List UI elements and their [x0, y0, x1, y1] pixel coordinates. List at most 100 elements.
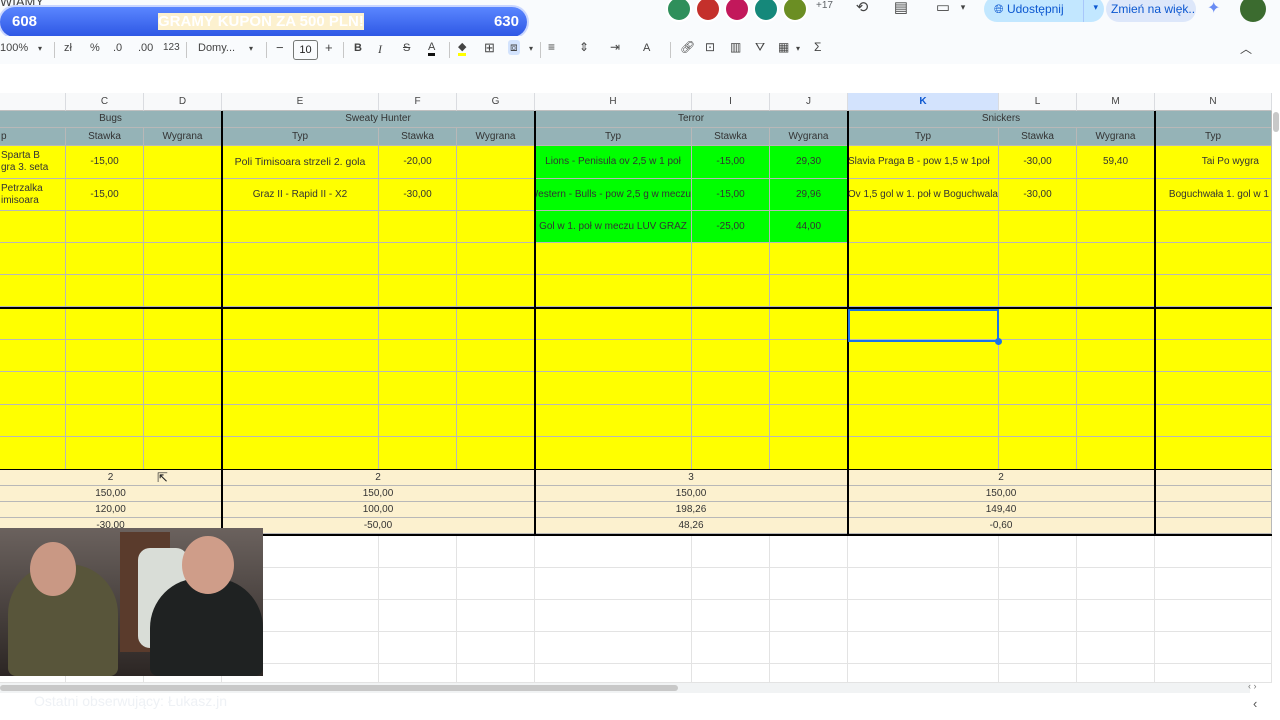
summary-balance[interactable]: -0,60 — [848, 518, 1155, 534]
empty-cell[interactable] — [457, 664, 535, 683]
bet-type-cell[interactable]: Lions - Penisula ov 2,5 w 1 poł — [535, 146, 692, 179]
empty-cell[interactable] — [848, 664, 999, 683]
empty-cell[interactable] — [1155, 600, 1272, 632]
empty-cell[interactable] — [692, 340, 770, 372]
win-cell[interactable] — [457, 146, 535, 179]
empty-cell[interactable] — [999, 275, 1077, 307]
empty-cell[interactable] — [66, 275, 144, 307]
fill-handle[interactable] — [995, 338, 1002, 345]
more-collaborators-count[interactable]: +17 — [816, 0, 833, 11]
zoom-select[interactable]: 100% — [0, 42, 28, 54]
summary-count[interactable] — [1155, 470, 1272, 486]
subheader-typ[interactable]: Typ — [848, 128, 999, 146]
bet-type-cell[interactable]: Gol w 1. poł w meczu LUV GRAZ — [535, 211, 692, 243]
empty-cell[interactable] — [848, 437, 999, 470]
win-cell[interactable]: 59,40 — [1077, 146, 1155, 179]
empty-cell[interactable] — [692, 536, 770, 568]
scrollbar-thumb[interactable] — [0, 685, 678, 691]
empty-cell[interactable] — [848, 307, 999, 340]
empty-cell[interactable] — [770, 405, 848, 437]
empty-cell[interactable] — [770, 372, 848, 405]
empty-cell[interactable] — [1077, 372, 1155, 405]
bet-type-cell[interactable]: Petrzalka imisoara — [0, 179, 66, 211]
empty-cell[interactable] — [144, 243, 222, 275]
empty-cell[interactable] — [999, 664, 1077, 683]
stake-cell[interactable]: -15,00 — [66, 146, 144, 179]
font-select[interactable]: Domy... — [198, 42, 235, 54]
summary-balance[interactable] — [1155, 518, 1272, 534]
empty-cell[interactable] — [457, 405, 535, 437]
empty-cell[interactable] — [999, 568, 1077, 600]
empty-cell[interactable] — [0, 437, 66, 470]
vertical-scrollbar-thumb[interactable] — [1273, 112, 1279, 132]
empty-cell[interactable] — [379, 243, 457, 275]
font-size-input[interactable]: 10 — [293, 40, 318, 60]
empty-cell[interactable] — [66, 437, 144, 470]
subheader-wygrana[interactable]: Wygrana — [770, 128, 848, 146]
fill-color-icon[interactable]: ◆ — [458, 42, 467, 56]
empty-cell[interactable] — [457, 437, 535, 470]
group-header-bugs[interactable]: Bugs — [0, 111, 222, 128]
empty-cell[interactable] — [1077, 536, 1155, 568]
chevron-down-icon[interactable]: ▾ — [952, 2, 974, 13]
text-wrap-icon[interactable]: ⇥ — [610, 40, 620, 54]
empty-cell[interactable] — [379, 536, 457, 568]
empty-cell[interactable] — [535, 568, 692, 600]
empty-cell[interactable] — [999, 405, 1077, 437]
font-size-increase-button[interactable]: + — [325, 40, 333, 55]
bet-type-cell[interactable]: Western - Bulls - pow 2,5 g w meczu — [535, 179, 692, 211]
empty-cell[interactable] — [457, 307, 535, 340]
empty-cell[interactable] — [535, 405, 692, 437]
empty-cell[interactable] — [1155, 405, 1272, 437]
empty-cell[interactable] — [770, 437, 848, 470]
font-size-decrease-button[interactable]: − — [276, 40, 284, 55]
chevron-down-icon[interactable]: ▾ — [529, 44, 533, 53]
empty-cell[interactable] — [999, 243, 1077, 275]
empty-cell[interactable] — [1077, 405, 1155, 437]
subheader-wygrana[interactable]: Wygrana — [457, 128, 535, 146]
bet-type-cell[interactable] — [848, 211, 999, 243]
empty-cell[interactable] — [66, 372, 144, 405]
empty-cell[interactable] — [379, 405, 457, 437]
stake-cell[interactable]: -15,00 — [692, 179, 770, 211]
subheader-wygrana[interactable]: Wygrana — [144, 128, 222, 146]
profile-avatar[interactable] — [1240, 0, 1266, 22]
empty-cell[interactable] — [0, 275, 66, 307]
group-header-snickers[interactable]: Snickers — [848, 111, 1155, 128]
empty-cell[interactable] — [535, 664, 692, 683]
empty-cell[interactable] — [457, 340, 535, 372]
functions-button[interactable]: Σ — [814, 40, 821, 54]
empty-cell[interactable] — [770, 600, 848, 632]
empty-cell[interactable] — [692, 600, 770, 632]
empty-cell[interactable] — [692, 307, 770, 340]
subheader-typ[interactable]: Typ — [535, 128, 692, 146]
empty-cell[interactable] — [379, 372, 457, 405]
empty-cell[interactable] — [1155, 340, 1272, 372]
link-icon[interactable]: 🔗︎ — [680, 40, 695, 54]
group-header-terror[interactable]: Terror — [535, 111, 848, 128]
empty-cell[interactable] — [535, 437, 692, 470]
empty-cell[interactable] — [0, 307, 66, 340]
empty-cell[interactable] — [457, 536, 535, 568]
empty-cell[interactable] — [770, 243, 848, 275]
percent-button[interactable]: % — [90, 42, 100, 54]
horizontal-align-icon[interactable]: ≡ — [548, 40, 555, 54]
empty-cell[interactable] — [535, 372, 692, 405]
bet-type-cell[interactable]: Ov 1,5 gol w 1. poł w Boguchwala — [848, 179, 999, 211]
win-cell[interactable]: 29,30 — [770, 146, 848, 179]
empty-cell[interactable] — [457, 568, 535, 600]
empty-cell[interactable] — [999, 632, 1077, 664]
empty-cell[interactable] — [222, 405, 379, 437]
insert-chart-icon[interactable]: ▥ — [730, 40, 741, 54]
empty-cell[interactable] — [848, 568, 999, 600]
empty-cell[interactable] — [0, 405, 66, 437]
empty-cell[interactable] — [848, 340, 999, 372]
chevron-down-icon[interactable]: ▾ — [1093, 2, 1098, 13]
collaborator-avatar[interactable] — [695, 0, 721, 22]
stake-cell[interactable] — [999, 211, 1077, 243]
column-header-i[interactable]: I — [692, 93, 770, 111]
increase-decimal-button[interactable]: .00 — [138, 42, 153, 54]
resize-button[interactable]: Zmień na więk... — [1106, 0, 1196, 22]
summary-stake[interactable]: 150,00 — [0, 486, 222, 502]
empty-cell[interactable] — [1077, 437, 1155, 470]
